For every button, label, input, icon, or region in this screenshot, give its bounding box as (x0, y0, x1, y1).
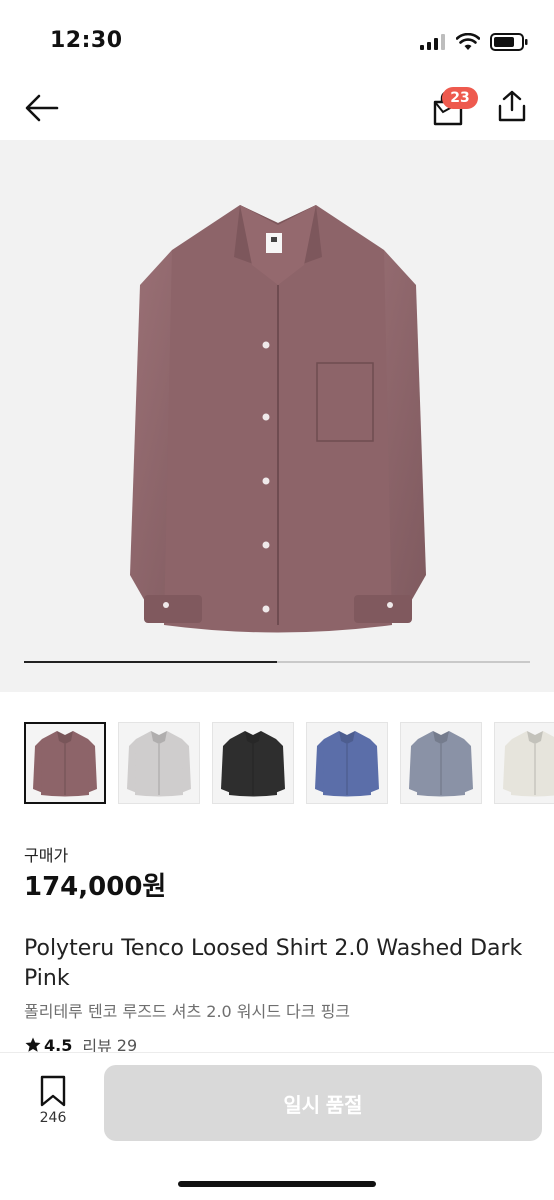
wifi-icon (456, 33, 480, 50)
product-title: Polyteru Tenco Loosed Shirt 2.0 Washed D… (24, 936, 523, 991)
status-bar: 12:30 (0, 0, 554, 80)
battery-icon (490, 33, 528, 51)
thumbnail-black-shirt[interactable] (212, 722, 294, 804)
arrow-left-icon (25, 94, 59, 122)
shirt-image (130, 205, 426, 633)
thumbnail-dark-pink-shirt[interactable] (24, 722, 106, 804)
shirt-thumbnail-image (503, 731, 554, 797)
thumbnail-strip (24, 722, 554, 806)
thumbnail-grey-blue-shirt[interactable] (400, 722, 482, 804)
back-button[interactable] (20, 88, 64, 128)
share-icon (498, 90, 526, 122)
signal-icon (420, 34, 445, 50)
thumbnail-blue-shirt[interactable] (306, 722, 388, 804)
bottom-action-bar: 246 일시 품절 (0, 1052, 554, 1200)
shirt-thumbnail-image (33, 731, 97, 797)
shirt-thumbnail-image (127, 731, 191, 797)
bookmark-icon (40, 1075, 66, 1107)
gallery-progress-fill (24, 661, 277, 663)
price-label: 구매가 (24, 846, 69, 865)
home-indicator (178, 1181, 376, 1187)
cart-badge: 23 (442, 87, 478, 109)
share-button[interactable] (492, 86, 532, 126)
shirt-thumbnail-image (315, 731, 379, 797)
price-value: 174,000원 (24, 872, 167, 902)
status-icons (420, 33, 528, 51)
thumbnail-ivory-shirt[interactable] (494, 722, 554, 804)
save-count: 246 (39, 1110, 67, 1126)
shirt-thumbnail-image (409, 731, 473, 797)
product-image-gallery[interactable] (0, 140, 554, 692)
sold-out-button[interactable]: 일시 품절 (104, 1065, 542, 1141)
thumbnail-light-grey-shirt[interactable] (118, 722, 200, 804)
shirt-thumbnail-image (221, 731, 285, 797)
status-time: 12:30 (50, 28, 123, 53)
save-button[interactable]: 246 (28, 1075, 78, 1135)
product-title-korean: 폴리테루 텐코 루즈드 셔츠 2.0 워시드 다크 핑크 (24, 1002, 351, 1021)
gallery-progress (24, 661, 530, 663)
